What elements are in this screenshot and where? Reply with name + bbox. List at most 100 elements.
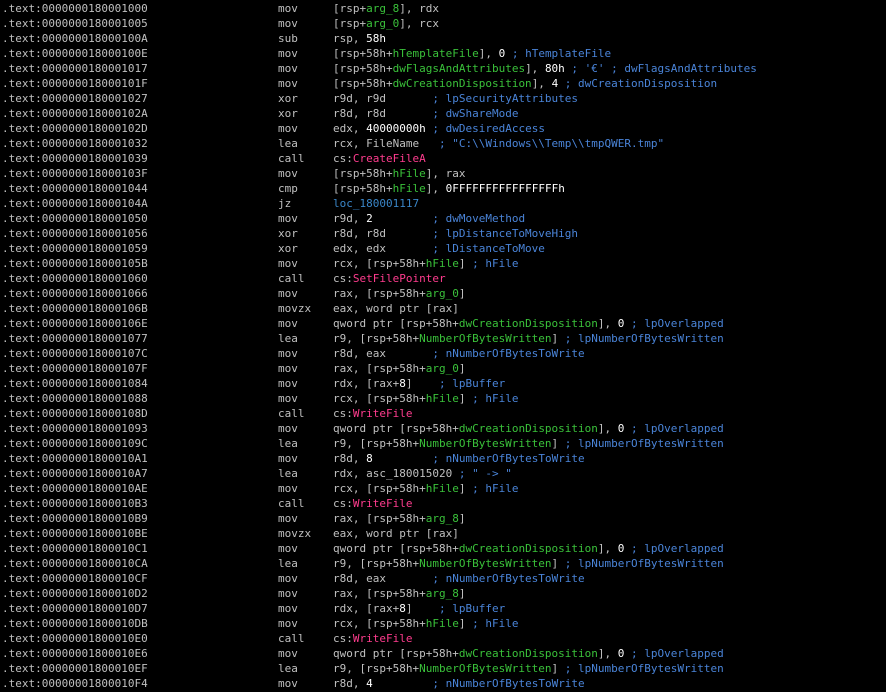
line-address[interactable]: .text:00000001800010C1 <box>2 541 148 556</box>
disasm-line[interactable]: .text:000000018000105B mov rcx, [rsp+58h+h… <box>0 256 886 271</box>
line-operands[interactable]: r9, [rsp+58h+NumberOfBytesWritten] ; lpN… <box>333 436 724 451</box>
line-mnemonic[interactable]: mov <box>278 601 298 616</box>
disasm-line[interactable]: .text:000000018000109C lea r9, [rsp+58h+Nu… <box>0 436 886 451</box>
line-address[interactable]: .text:0000000180001060 <box>2 271 148 286</box>
disasm-line[interactable]: .text:0000000180001032 lea rcx, FileName ;… <box>0 136 886 151</box>
line-mnemonic[interactable]: xor <box>278 226 298 241</box>
line-address[interactable]: .text:000000018000105B <box>2 256 148 271</box>
line-address[interactable]: .text:000000018000103F <box>2 166 148 181</box>
line-address[interactable]: .text:00000001800010F4 <box>2 676 148 691</box>
line-address[interactable]: .text:000000018000100A <box>2 31 148 46</box>
line-mnemonic[interactable]: lea <box>278 556 298 571</box>
line-operands[interactable]: cs:WriteFile <box>333 496 412 511</box>
line-operands[interactable]: r8d, 4 ; nNumberOfBytesToWrite <box>333 676 585 691</box>
line-mnemonic[interactable]: mov <box>278 376 298 391</box>
line-operands[interactable]: rsp, 58h <box>333 31 386 46</box>
line-operands[interactable]: edx, edx ; lDistanceToMove <box>333 241 545 256</box>
disasm-line[interactable]: .text:00000001800010AE mov rcx, [rsp+58h+h… <box>0 481 886 496</box>
line-mnemonic[interactable]: mov <box>278 46 298 61</box>
line-address[interactable]: .text:00000001800010D2 <box>2 586 148 601</box>
line-operands[interactable]: r8d, eax ; nNumberOfBytesToWrite <box>333 571 585 586</box>
line-address[interactable]: .text:0000000180001056 <box>2 226 148 241</box>
line-operands[interactable]: rax, [rsp+58h+arg_0] <box>333 286 465 301</box>
line-mnemonic[interactable]: call <box>278 496 305 511</box>
stack-variable[interactable]: dwCreationDisposition <box>459 542 598 555</box>
api-name[interactable]: WriteFile <box>353 497 413 510</box>
stack-variable[interactable]: dwCreationDisposition <box>459 422 598 435</box>
line-operands[interactable]: qword ptr [rsp+58h+dwCreationDisposition… <box>333 646 724 661</box>
line-mnemonic[interactable]: mov <box>278 1 298 16</box>
line-mnemonic[interactable]: mov <box>278 346 298 361</box>
line-operands[interactable]: r9, [rsp+58h+NumberOfBytesWritten] ; lpN… <box>333 331 724 346</box>
line-mnemonic[interactable]: mov <box>278 316 298 331</box>
line-mnemonic[interactable]: xor <box>278 106 298 121</box>
line-mnemonic[interactable]: mov <box>278 16 298 31</box>
stack-variable[interactable]: dwCreationDisposition <box>393 77 532 90</box>
line-operands[interactable]: cs:CreateFileA <box>333 151 426 166</box>
line-address[interactable]: .text:0000000180001044 <box>2 181 148 196</box>
disasm-line[interactable]: .text:000000018000107F mov rax, [rsp+58h+a… <box>0 361 886 376</box>
line-mnemonic[interactable]: mov <box>278 286 298 301</box>
disasm-line[interactable]: .text:0000000180001077 lea r9, [rsp+58h+Nu… <box>0 331 886 346</box>
line-mnemonic[interactable]: mov <box>278 616 298 631</box>
stack-variable[interactable]: hFile <box>426 482 459 495</box>
line-mnemonic[interactable]: call <box>278 631 305 646</box>
line-mnemonic[interactable]: movzx <box>278 301 311 316</box>
api-name[interactable]: CreateFileA <box>353 152 426 165</box>
line-mnemonic[interactable]: mov <box>278 361 298 376</box>
disasm-line[interactable]: .text:00000001800010B3 call cs:WriteFile <box>0 496 886 511</box>
line-mnemonic[interactable]: mov <box>278 121 298 136</box>
line-operands[interactable]: r9d, 2 ; dwMoveMethod <box>333 211 525 226</box>
line-mnemonic[interactable]: mov <box>278 511 298 526</box>
disasm-line[interactable]: .text:0000000180001027 xor r9d, r9d ; lpSe… <box>0 91 886 106</box>
line-operands[interactable]: cs:SetFilePointer <box>333 271 446 286</box>
disasm-line[interactable]: .text:000000018000100A sub rsp, 58h <box>0 31 886 46</box>
line-address[interactable]: .text:00000001800010E0 <box>2 631 148 646</box>
line-operands[interactable]: loc_180001117 <box>333 196 419 211</box>
line-address[interactable]: .text:000000018000102A <box>2 106 148 121</box>
disasm-line[interactable]: .text:000000018000106E mov qword ptr [rsp+… <box>0 316 886 331</box>
api-name[interactable]: SetFilePointer <box>353 272 446 285</box>
disasm-line[interactable]: .text:0000000180001005 mov [rsp+arg_0], rc… <box>0 16 886 31</box>
line-operands[interactable]: [rsp+arg_0], rcx <box>333 16 439 31</box>
line-address[interactable]: .text:000000018000100E <box>2 46 148 61</box>
line-address[interactable]: .text:0000000180001027 <box>2 91 148 106</box>
line-mnemonic[interactable]: mov <box>278 586 298 601</box>
line-address[interactable]: .text:000000018000109C <box>2 436 148 451</box>
line-mnemonic[interactable]: mov <box>278 76 298 91</box>
line-operands[interactable]: rax, [rsp+58h+arg_0] <box>333 361 465 376</box>
line-operands[interactable]: rdx, [rax+8] ; lpBuffer <box>333 376 505 391</box>
line-mnemonic[interactable]: mov <box>278 481 298 496</box>
stack-variable[interactable]: hFile <box>426 392 459 405</box>
disasm-line[interactable]: .text:00000001800010E6 mov qword ptr [rsp+… <box>0 646 886 661</box>
disasm-line[interactable]: .text:00000001800010C1 mov qword ptr [rsp+… <box>0 541 886 556</box>
disasm-line[interactable]: .text:00000001800010CA lea r9, [rsp+58h+Nu… <box>0 556 886 571</box>
line-operands[interactable]: rcx, [rsp+58h+hFile] ; hFile <box>333 256 518 271</box>
line-address[interactable]: .text:000000018000102D <box>2 121 148 136</box>
line-address[interactable]: .text:000000018000104A <box>2 196 148 211</box>
disasm-line[interactable]: .text:000000018000108D call cs:WriteFile <box>0 406 886 421</box>
disasm-line[interactable]: .text:0000000180001088 mov rcx, [rsp+58h+h… <box>0 391 886 406</box>
stack-variable[interactable]: NumberOfBytesWritten <box>419 437 551 450</box>
line-operands[interactable]: r9, [rsp+58h+NumberOfBytesWritten] ; lpN… <box>333 661 724 676</box>
line-mnemonic[interactable]: lea <box>278 436 298 451</box>
line-address[interactable]: .text:00000001800010A7 <box>2 466 148 481</box>
disasm-line[interactable]: .text:0000000180001066 mov rax, [rsp+58h+a… <box>0 286 886 301</box>
line-mnemonic[interactable]: mov <box>278 211 298 226</box>
disasm-line[interactable]: .text:00000001800010A1 mov r8d, 8 ; nNumbe… <box>0 451 886 466</box>
line-address[interactable]: .text:0000000180001077 <box>2 331 148 346</box>
line-operands[interactable]: rax, [rsp+58h+arg_8] <box>333 586 465 601</box>
disasm-line[interactable]: .text:00000001800010DB mov rcx, [rsp+58h+h… <box>0 616 886 631</box>
line-address[interactable]: .text:00000001800010EF <box>2 661 148 676</box>
line-mnemonic[interactable]: mov <box>278 646 298 661</box>
line-operands[interactable]: eax, word ptr [rax] <box>333 526 459 541</box>
line-mnemonic[interactable]: mov <box>278 451 298 466</box>
disasm-line[interactable]: .text:000000018000100E mov [rsp+58h+hTempl… <box>0 46 886 61</box>
line-operands[interactable]: [rsp+arg_8], rdx <box>333 1 439 16</box>
line-mnemonic[interactable]: lea <box>278 661 298 676</box>
line-address[interactable]: .text:000000018000106E <box>2 316 148 331</box>
line-mnemonic[interactable]: lea <box>278 331 298 346</box>
line-address[interactable]: .text:00000001800010E6 <box>2 646 148 661</box>
api-name[interactable]: WriteFile <box>353 632 413 645</box>
disasm-line[interactable]: .text:00000001800010B9 mov rax, [rsp+58h+a… <box>0 511 886 526</box>
